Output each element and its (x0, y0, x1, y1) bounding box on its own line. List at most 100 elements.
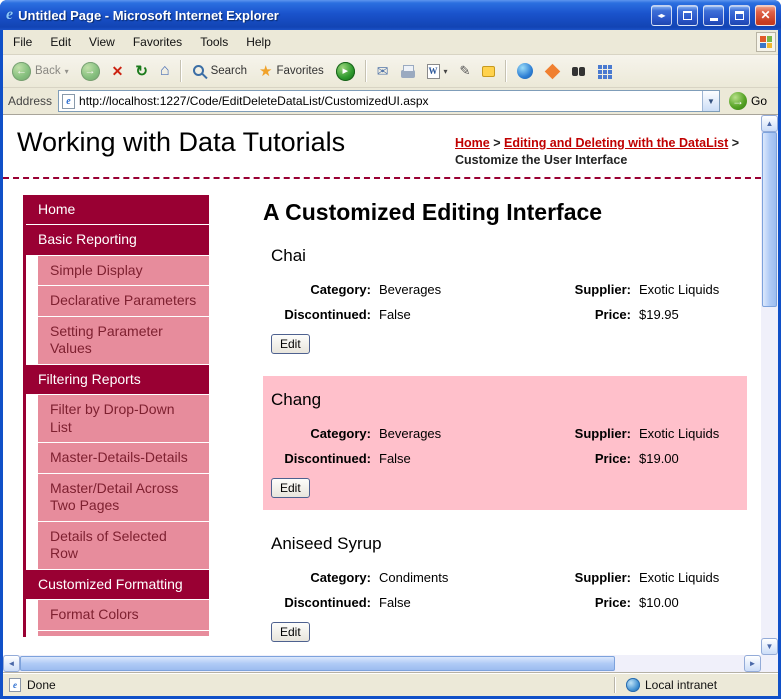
discuss-button[interactable] (477, 63, 500, 80)
price-value: $10.00 (639, 594, 679, 610)
sidebar-item-master-details-details[interactable]: Master-Details-Details (38, 443, 209, 474)
edit-button[interactable]: Edit (271, 477, 310, 498)
supplier-label: Supplier: (574, 425, 631, 441)
category-value: Beverages (379, 281, 442, 297)
mail-button[interactable]: ✉ (372, 60, 394, 83)
refresh-button[interactable]: ↻ (130, 59, 153, 83)
sidebar-item-details-of-selected-row[interactable]: Details of Selected Row (38, 521, 209, 570)
supplier-label: Supplier: (574, 281, 631, 297)
media-button[interactable]: ▸ (331, 59, 360, 84)
category-label: Category: (310, 425, 371, 441)
research-icon (545, 63, 561, 79)
sidebar-item-partial[interactable] (38, 630, 209, 637)
breadcrumb-current: Customize the User Interface (455, 152, 628, 167)
search-label: Search (210, 65, 248, 77)
refresh-icon: ↻ (135, 63, 148, 80)
sidebar-item-filter-by-drop-down-list[interactable]: Filter by Drop-Down List (38, 395, 209, 444)
snippets-button[interactable] (592, 61, 616, 81)
window-title: Untitled Page - Microsoft Internet Explo… (18, 7, 279, 23)
price-label: Price: (594, 450, 631, 466)
forward-arrow-icon: → (80, 61, 100, 81)
go-label: Go (750, 94, 767, 108)
sidebar-item-simple-display[interactable]: Simple Display (38, 255, 209, 287)
discontinued-value: False (379, 594, 411, 610)
back-arrow-icon: ← (12, 61, 31, 81)
page-heading: A Customized Editing Interface (263, 198, 603, 225)
sidebar-item-setting-parameter-values[interactable]: Setting Parameter Values (38, 316, 209, 365)
edit-button[interactable]: Edit (271, 333, 310, 354)
messenger-button[interactable] (512, 60, 538, 82)
back-button[interactable]: ← Back ▾ (7, 59, 74, 84)
edit-button[interactable]: Edit (271, 621, 310, 642)
print-button[interactable] (396, 61, 420, 81)
sidebar-item-master-detail-across-two-pages[interactable]: Master/Detail Across Two Pages (38, 473, 209, 522)
product-name: Chai (271, 245, 306, 265)
main-content: A Customized Editing Interface Chai Cate… (209, 195, 761, 655)
product-fields: Category: Condiments Supplier: Exotic Li… (271, 570, 739, 610)
close-button[interactable]: ✕ (755, 4, 776, 26)
menu-tools[interactable]: Tools (192, 32, 236, 52)
favorites-button[interactable]: ★ Favorites (254, 59, 329, 83)
menu-file[interactable]: File (5, 32, 40, 52)
security-zone: Local intranet (622, 677, 772, 692)
category-value: Beverages (379, 425, 442, 441)
breadcrumb-link-parent[interactable]: Editing and Deleting with the DataList (504, 136, 728, 150)
console-window-button[interactable] (677, 4, 698, 26)
scroll-left-button[interactable]: ◄ (3, 655, 20, 672)
horizontal-scrollbar[interactable]: ◄ ► (3, 655, 761, 672)
breadcrumb-separator: > (489, 136, 504, 150)
sidebar-item-filtering-reports[interactable]: Filtering Reports (26, 364, 209, 396)
horizontal-scroll-thumb[interactable] (20, 656, 615, 671)
menu-favorites[interactable]: Favorites (125, 32, 190, 52)
status-page-icon: e (9, 677, 21, 692)
sidebar-item-customized-formatting[interactable]: Customized Formatting (26, 569, 209, 601)
console-arrows-button[interactable]: ◂▸ (651, 4, 672, 26)
supplier-value: Exotic Liquids (639, 569, 720, 585)
address-dropdown-button[interactable]: ▼ (701, 91, 719, 111)
pencil-icon: ✎ (459, 63, 471, 78)
price-value: $19.95 (639, 306, 679, 322)
find-button[interactable] (567, 64, 590, 79)
supplier-label: Supplier: (574, 569, 631, 585)
globe-icon (626, 677, 640, 692)
back-dropdown-icon: ▾ (64, 66, 69, 76)
breadcrumb-link-home[interactable]: Home (455, 136, 490, 150)
menu-view[interactable]: View (81, 32, 123, 52)
address-label: Address (8, 94, 53, 108)
status-text: Done (27, 677, 56, 692)
price-label: Price: (594, 594, 631, 610)
edit-toolbar-button[interactable]: ✎ (455, 60, 476, 82)
title-bar: e Untitled Page - Microsoft Internet Exp… (0, 0, 781, 30)
word-button[interactable]: W ▾ (422, 61, 453, 82)
vertical-scrollbar[interactable]: ▲ ▼ (761, 115, 778, 655)
vertical-scroll-thumb[interactable] (762, 132, 777, 307)
stop-button[interactable]: ✕ (107, 60, 129, 83)
scroll-down-button[interactable]: ▼ (761, 638, 778, 655)
site-title: Working with Data Tutorials (17, 127, 346, 157)
minimize-glyph-icon (709, 18, 718, 21)
menu-edit[interactable]: Edit (42, 32, 79, 52)
maximize-button[interactable] (729, 4, 750, 26)
search-button[interactable]: Search (187, 61, 252, 82)
research-button[interactable] (540, 61, 565, 82)
scroll-right-button[interactable]: ► (744, 655, 761, 672)
sidebar-item-basic-reporting[interactable]: Basic Reporting (26, 225, 209, 256)
menu-help[interactable]: Help (238, 32, 279, 52)
browser-window: e Untitled Page - Microsoft Internet Exp… (0, 0, 781, 699)
sidebar-item-home[interactable]: Home (26, 194, 209, 226)
sidebar-item-declarative-parameters[interactable]: Declarative Parameters (38, 286, 209, 317)
price-label: Price: (594, 306, 631, 322)
sidebar-item-format-colors[interactable]: Format Colors (38, 600, 209, 631)
forward-button[interactable]: → (76, 59, 105, 84)
favorites-label: Favorites (276, 65, 324, 77)
home-button[interactable]: ⌂ (155, 59, 175, 83)
toolbar-separator (179, 60, 182, 82)
discontinued-label: Discontinued: (284, 594, 371, 610)
minimize-button[interactable] (703, 4, 724, 26)
mail-icon: ✉ (376, 62, 389, 79)
address-field: e ▼ (58, 90, 720, 112)
scroll-up-button[interactable]: ▲ (761, 115, 778, 132)
go-button[interactable]: → Go (726, 90, 773, 112)
page-body: Home Basic Reporting Simple Display Decl… (3, 179, 761, 655)
address-input[interactable] (75, 94, 702, 108)
